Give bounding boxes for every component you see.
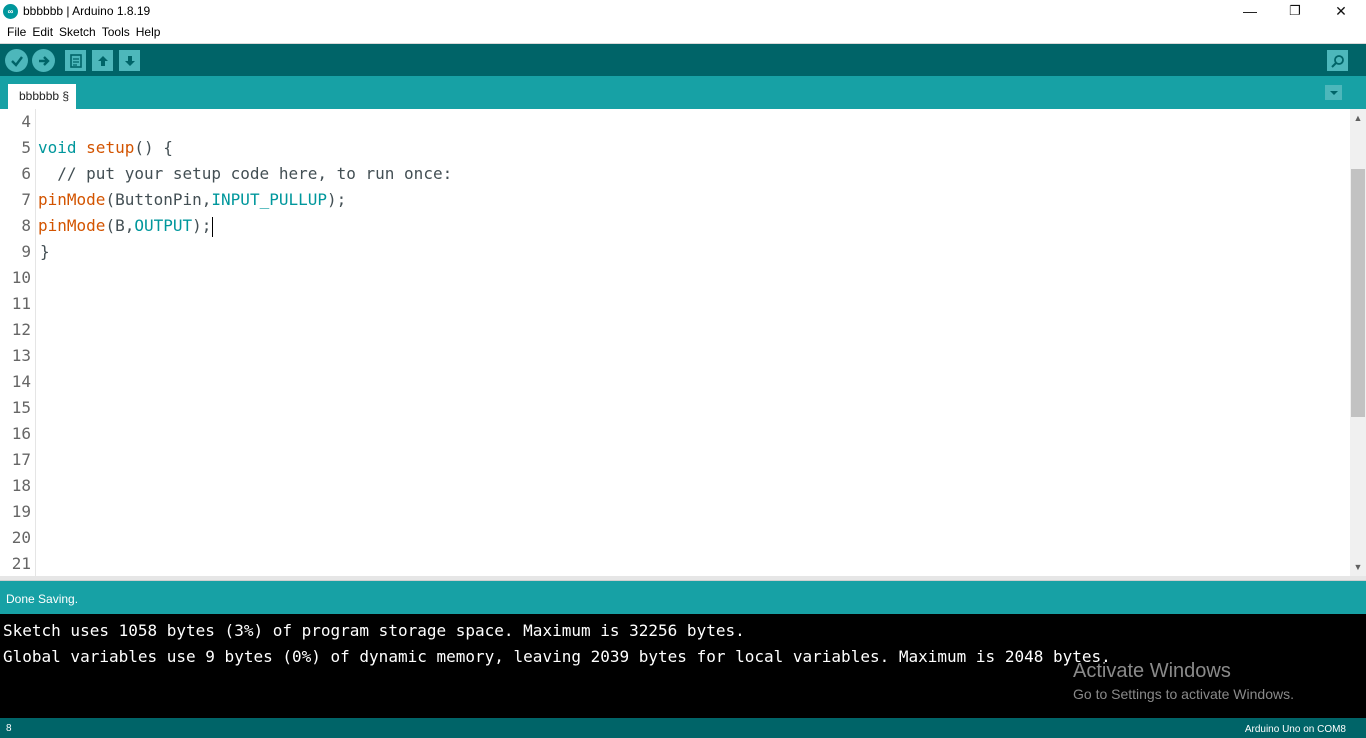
line-number: 10 xyxy=(11,268,31,287)
constant: INPUT_PULLUP xyxy=(211,190,327,209)
line-number: 18 xyxy=(11,476,31,495)
line-number: 14 xyxy=(11,372,31,391)
toolbar xyxy=(0,43,1366,76)
editor-scrollbar[interactable]: ▲ ▼ xyxy=(1350,109,1366,576)
upload-button[interactable] xyxy=(32,49,55,72)
line-number: 13 xyxy=(11,346,31,365)
tab-bar: bbbbbb § xyxy=(0,76,1366,109)
menu-bar: File Edit Sketch Tools Help xyxy=(0,22,1366,43)
status-message: Done Saving. xyxy=(6,592,79,606)
scroll-thumb[interactable] xyxy=(1351,169,1365,417)
scroll-up-icon[interactable]: ▲ xyxy=(1350,110,1366,126)
line-number: 16 xyxy=(11,424,31,443)
menu-file[interactable]: File xyxy=(4,22,29,43)
footer-bar: 8 Arduino Uno on COM8 xyxy=(0,718,1366,738)
line-number: 12 xyxy=(11,320,31,339)
line-number: 8 xyxy=(21,216,31,235)
code-line: void setup() { xyxy=(38,135,173,161)
tab-menu-button[interactable] xyxy=(1325,85,1342,100)
code-line: pinMode(ButtonPin,INPUT_PULLUP); xyxy=(38,187,346,213)
text-caret xyxy=(212,216,214,237)
chevron-down-icon xyxy=(1329,90,1338,95)
line-number: 15 xyxy=(11,398,31,417)
code-text: (B, xyxy=(105,216,135,235)
function-name: setup xyxy=(86,138,135,157)
menu-sketch[interactable]: Sketch xyxy=(56,22,99,43)
serial-monitor-icon xyxy=(1330,54,1344,68)
line-number: 4 xyxy=(21,112,31,131)
menu-edit[interactable]: Edit xyxy=(29,22,56,43)
code-line: pinMode(B,OUTPUT); xyxy=(38,213,214,239)
menu-help[interactable]: Help xyxy=(133,22,164,43)
scroll-down-icon[interactable]: ▼ xyxy=(1350,559,1366,575)
line-number: 21 xyxy=(11,554,31,573)
code-text: ); xyxy=(327,190,347,209)
restore-button[interactable]: ❐ xyxy=(1272,0,1318,22)
code-text: ); xyxy=(192,216,212,235)
save-icon xyxy=(124,55,135,66)
open-button[interactable] xyxy=(92,50,113,71)
constant: OUTPUT xyxy=(134,216,193,235)
function-name: pinMode xyxy=(38,190,106,209)
new-icon xyxy=(69,53,82,68)
board-port-label: Arduino Uno on COM8 xyxy=(1244,724,1346,735)
close-button[interactable]: ✕ xyxy=(1318,0,1364,22)
code-line: } xyxy=(40,242,50,261)
line-number: 20 xyxy=(11,528,31,547)
code-comment: // put your setup code here, to run once… xyxy=(38,164,453,183)
verify-button[interactable] xyxy=(5,49,28,72)
line-number: 19 xyxy=(11,502,31,521)
tab-sketch[interactable]: bbbbbb § xyxy=(8,84,76,109)
console-line: Global variables use 9 bytes (0%) of dyn… xyxy=(3,647,1111,666)
open-icon xyxy=(97,55,108,66)
line-number-gutter: 4 5 6 7 8 9 10 11 12 13 14 15 16 17 18 1… xyxy=(0,109,36,576)
code-text: () { xyxy=(134,138,173,157)
line-number: 11 xyxy=(11,294,31,313)
minimize-button[interactable]: — xyxy=(1227,0,1273,22)
line-number: 5 xyxy=(21,138,31,157)
save-button[interactable] xyxy=(119,50,140,71)
code-editor[interactable]: 4 5 6 7 8 9 10 11 12 13 14 15 16 17 18 1… xyxy=(0,109,1350,576)
line-number: 17 xyxy=(11,450,31,469)
menu-tools[interactable]: Tools xyxy=(99,22,133,43)
serial-monitor-button[interactable] xyxy=(1327,50,1348,71)
function-name: pinMode xyxy=(38,216,106,235)
upload-icon xyxy=(38,55,50,66)
cursor-line-number: 8 xyxy=(6,723,12,734)
status-bar: Done Saving. xyxy=(0,581,1366,614)
line-number: 7 xyxy=(21,190,31,209)
activate-windows-title: Activate Windows xyxy=(1073,660,1231,682)
line-number: 9 xyxy=(21,242,31,261)
arduino-logo-icon: ∞ xyxy=(3,4,18,19)
window-title: bbbbbb | Arduino 1.8.19 xyxy=(23,4,151,18)
line-number: 6 xyxy=(21,164,31,183)
new-button[interactable] xyxy=(65,50,86,71)
code-text: (ButtonPin, xyxy=(105,190,212,209)
verify-icon xyxy=(10,55,23,67)
activate-windows-subtitle: Go to Settings to activate Windows. xyxy=(1073,686,1294,702)
title-bar: ∞ bbbbbb | Arduino 1.8.19 — ❐ ✕ xyxy=(0,0,1366,22)
console-line: Sketch uses 1058 bytes (3%) of program s… xyxy=(3,621,745,640)
keyword: void xyxy=(38,138,77,157)
